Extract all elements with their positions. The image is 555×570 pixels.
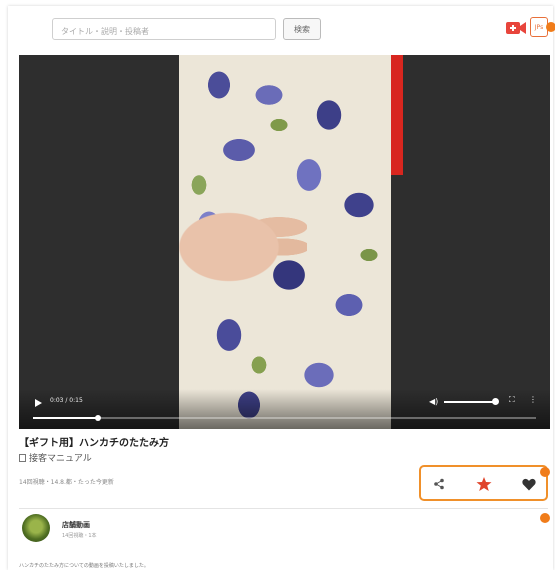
search-input[interactable] — [53, 21, 275, 42]
channel-subtext: 14回視聴・1本 — [62, 533, 97, 539]
time-display: 0:03 / 0:15 — [50, 397, 83, 404]
annotation-dot — [540, 513, 550, 523]
video-upload-icon[interactable] — [506, 20, 526, 36]
more-options-icon[interactable]: ⋮ — [529, 395, 537, 404]
divider — [19, 508, 548, 509]
search-box[interactable] — [52, 18, 276, 42]
volume-slider[interactable] — [444, 401, 494, 403]
action-buttons — [419, 465, 548, 501]
like-button[interactable] — [519, 474, 539, 494]
progress-fill — [33, 417, 99, 419]
video-meta: 14回視聴・14.8.都・たった今更新 — [19, 479, 114, 486]
video-red-edge — [391, 55, 403, 175]
volume-knob[interactable] — [492, 398, 499, 405]
search-button[interactable]: 検索 — [283, 18, 321, 40]
share-icon — [434, 478, 444, 490]
channel-name[interactable]: 店舗動画 — [62, 520, 90, 530]
play-icon[interactable] — [35, 399, 42, 407]
folder-icon — [19, 453, 26, 462]
video-title: 【ギフト用】ハンカチのたたみ方 — [19, 438, 169, 449]
progress-knob[interactable] — [95, 415, 102, 421]
annotation-dot — [546, 22, 555, 32]
category-link[interactable]: 接客マニュアル — [19, 451, 92, 464]
video-player[interactable]: 0:03 / 0:15 ◀) ⛶ ⋮ — [19, 55, 550, 429]
heart-icon — [522, 478, 536, 490]
fullscreen-icon[interactable]: ⛶ — [509, 395, 515, 405]
annotation-dot — [540, 467, 550, 477]
star-icon — [476, 477, 492, 491]
favorite-button[interactable] — [474, 474, 494, 494]
progress-bar[interactable] — [33, 415, 536, 421]
volume-icon[interactable]: ◀) — [429, 397, 438, 406]
video-hand — [179, 187, 307, 299]
channel-avatar[interactable] — [22, 514, 50, 542]
video-description: ハンカチのたたみ方についての動画を投稿いたしました。 — [19, 563, 149, 569]
share-button[interactable] — [429, 474, 449, 494]
player-controls: 0:03 / 0:15 ◀) ⛶ ⋮ — [19, 389, 550, 429]
category-label: 接客マニュアル — [29, 454, 92, 464]
